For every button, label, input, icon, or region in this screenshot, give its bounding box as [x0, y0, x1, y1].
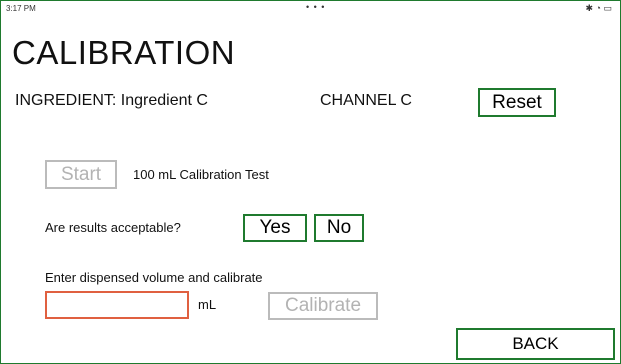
status-time: 3:17 PM [6, 4, 36, 13]
status-icons: ✱ ◔ ▭ [585, 3, 612, 14]
status-dots: • • • [306, 2, 326, 12]
calibration-test-label: 100 mL Calibration Test [133, 167, 269, 182]
volume-label: Enter dispensed volume and calibrate [45, 270, 263, 285]
no-button[interactable]: No [314, 214, 364, 242]
ingredient-label: INGREDIENT: Ingredient C [15, 92, 208, 109]
calibrate-button[interactable]: Calibrate [268, 292, 378, 320]
channel-label: CHANNEL C [320, 92, 412, 109]
battery-icon: ▭ [603, 3, 612, 13]
wifi-icon: ◔ [595, 3, 601, 13]
reset-button[interactable]: Reset [478, 88, 556, 117]
start-button[interactable]: Start [45, 160, 117, 189]
volume-unit: mL [198, 297, 217, 312]
page-title: CALIBRATION [12, 34, 236, 71]
status-bar: 3:17 PM • • • ✱ ◔ ▭ [6, 2, 612, 16]
volume-input[interactable] [45, 291, 189, 319]
yes-button[interactable]: Yes [243, 214, 307, 242]
acceptance-question: Are results acceptable? [45, 220, 181, 235]
back-button[interactable]: BACK [456, 328, 615, 360]
bluetooth-icon: ✱ [585, 3, 594, 13]
